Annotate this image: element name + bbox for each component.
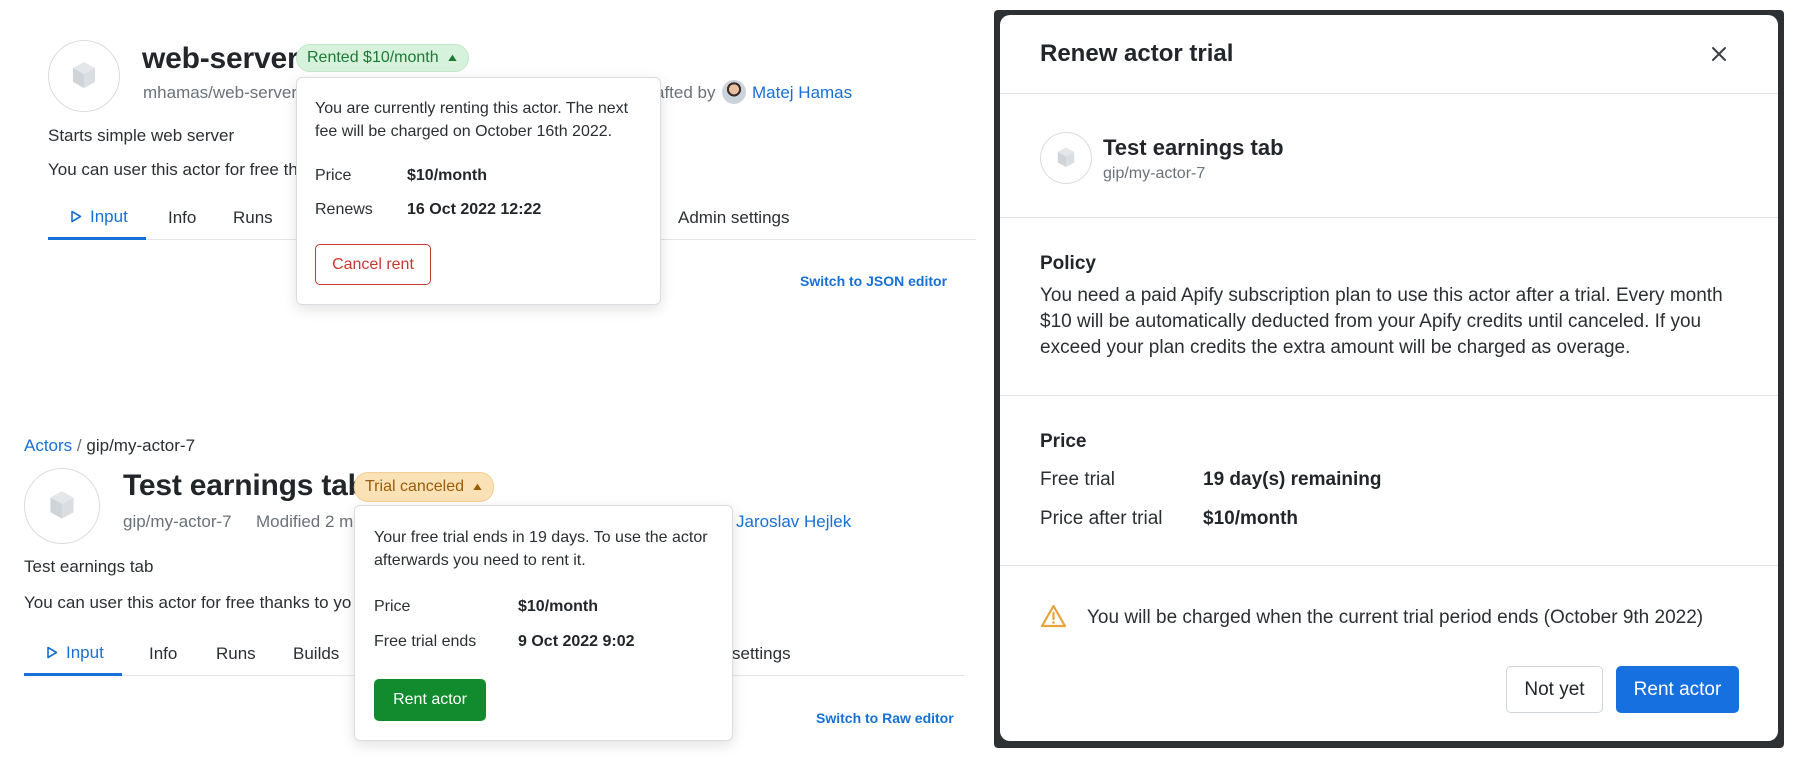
tab-settings[interactable]: settings (732, 632, 791, 676)
dialog-title: Renew actor trial (1040, 40, 1234, 67)
free-usage-note: You can user this actor for free tha (48, 160, 308, 179)
cube-icon (50, 491, 74, 519)
divider (1000, 565, 1778, 566)
badge-label: Rented $10/month (307, 49, 439, 66)
breadcrumb-separator: / (76, 436, 82, 455)
rent-message: You are currently renting this actor. Th… (315, 100, 629, 140)
tab-runs[interactable]: Runs (233, 196, 273, 240)
author-link[interactable]: Matej Hamas (752, 83, 852, 103)
actor-avatar (48, 40, 120, 112)
cube-icon (1057, 147, 1075, 167)
charge-warning-text: You will be charged when the current tri… (1087, 607, 1704, 628)
policy-heading: Policy (1040, 253, 1096, 274)
rent-popover: You are currently renting this actor. Th… (296, 77, 661, 305)
breadcrumb-actors-link[interactable]: Actors (24, 436, 72, 455)
price-after-trial-label: Price after trial (1040, 508, 1163, 529)
cube-icon (73, 62, 95, 88)
author-avatar (722, 80, 746, 104)
actor-description: Starts simple web server (48, 126, 235, 145)
policy-text: You need a paid Apify subscription plan … (1040, 285, 1723, 358)
renew-trial-dialog: Renew actor trial Test earnings tab gip/… (1000, 15, 1778, 741)
price-heading: Price (1040, 431, 1087, 452)
crafted-by-label: afted by (655, 83, 716, 102)
tab-builds[interactable]: Builds (293, 632, 339, 676)
trial-message: Your free trial ends in 19 days. To use … (374, 529, 708, 569)
renews-label: Renews (315, 201, 373, 218)
dialog-actor-slug: gip/my-actor-7 (1103, 165, 1206, 182)
tab-info[interactable]: Info (168, 196, 196, 240)
trial-ends-value: 9 Oct 2022 9:02 (518, 633, 635, 650)
tab-input[interactable]: Input (48, 196, 146, 240)
author-link[interactable]: Jaroslav Hejlek (736, 512, 851, 532)
close-icon[interactable] (1710, 44, 1728, 68)
breadcrumb: Actors / gip/my-actor-7 (24, 436, 195, 456)
chevron-up-icon: ▲ (470, 481, 485, 493)
tab-input-label: Input (90, 206, 128, 226)
actor-slug: mhamas/web-server (143, 83, 297, 102)
divider (1000, 217, 1778, 218)
page-title: web-server (142, 42, 299, 75)
actor-avatar (1040, 132, 1092, 184)
price-label: Price (315, 167, 352, 184)
free-trial-value: 19 day(s) remaining (1203, 469, 1382, 490)
dialog-actor-title: Test earnings tab (1103, 135, 1284, 160)
actor-slug: gip/my-actor-7 (123, 512, 232, 531)
trial-ends-label: Free trial ends (374, 633, 477, 650)
modified-label: Modified 2 m (256, 512, 354, 531)
tab-admin-settings[interactable]: Admin settings (678, 196, 790, 240)
free-usage-note: You can user this actor for free thanks … (24, 593, 352, 612)
actor-description: Test earnings tab (24, 557, 154, 576)
divider (1000, 395, 1778, 396)
play-icon (71, 210, 82, 223)
actor-avatar (24, 468, 100, 544)
price-label: Price (374, 598, 411, 615)
badge-label: Trial canceled (365, 478, 465, 495)
switch-to-json-editor[interactable]: Switch to JSON editor (800, 273, 947, 289)
tab-input[interactable]: Input (24, 632, 122, 676)
rent-actor-button[interactable]: Rent actor (374, 679, 486, 721)
price-value: $10/month (518, 598, 599, 615)
rented-badge[interactable]: Rented $10/month ▲ (296, 44, 469, 72)
tab-info[interactable]: Info (149, 632, 177, 676)
play-icon (47, 646, 58, 659)
breadcrumb-current: gip/my-actor-7 (86, 436, 196, 455)
chevron-up-icon: ▲ (445, 52, 460, 64)
cancel-rent-button[interactable]: Cancel rent (315, 244, 431, 285)
tab-input-label: Input (66, 642, 104, 662)
rent-actor-button[interactable]: Rent actor (1616, 666, 1739, 713)
price-after-trial-value: $10/month (1203, 508, 1299, 529)
not-yet-button[interactable]: Not yet (1506, 666, 1603, 713)
renews-value: 16 Oct 2022 12:22 (407, 201, 542, 218)
price-value: $10/month (407, 167, 488, 184)
tab-runs[interactable]: Runs (216, 632, 256, 676)
switch-to-raw-editor[interactable]: Switch to Raw editor (816, 710, 954, 726)
free-trial-label: Free trial (1040, 469, 1115, 490)
trial-popover: Your free trial ends in 19 days. To use … (354, 505, 733, 741)
page-title: Test earnings tab (123, 469, 366, 502)
divider (1000, 93, 1778, 94)
trial-canceled-badge[interactable]: Trial canceled ▲ (354, 472, 494, 502)
warning-icon (1040, 604, 1067, 633)
